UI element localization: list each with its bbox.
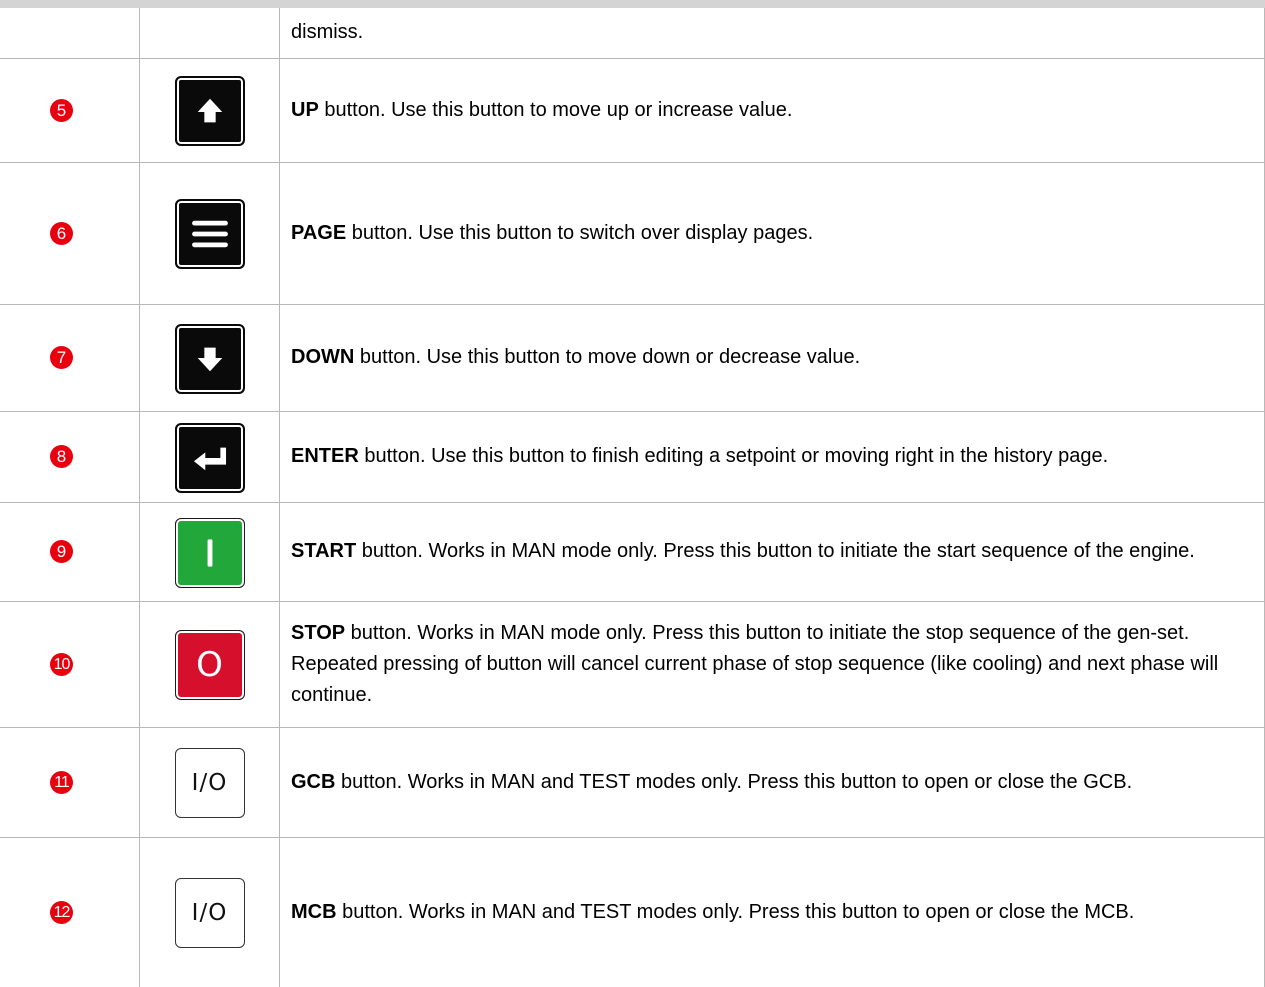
button-description-table: dismiss. 5 UP button. Use this button to… — [0, 8, 1265, 987]
description-cell: UP button. Use this button to move up or… — [279, 58, 1265, 163]
icon-cell: I/O — [139, 727, 280, 838]
table-row: 5 UP button. Use this button to move up … — [0, 58, 1265, 163]
number-badge: 5 — [50, 98, 73, 122]
icon-cell — [139, 162, 280, 305]
button-name: DOWN — [291, 346, 355, 368]
button-name: MCB — [291, 900, 337, 923]
description-text: button. Use this button to switch over d… — [346, 221, 814, 244]
description-cell: MCB button. Works in MAN and TEST modes … — [279, 837, 1265, 987]
description-cell: PAGE button. Use this button to switch o… — [279, 162, 1265, 305]
gcb-key-label: I/O — [191, 770, 228, 796]
number-badge: 12 — [50, 900, 73, 924]
description-cell: dismiss. — [279, 8, 1265, 59]
gcb-io-icon: I/O — [174, 748, 245, 818]
description-cell: STOP button. Works in MAN mode only. Pre… — [279, 601, 1265, 728]
number-badge: 7 — [50, 346, 73, 369]
number-badge: 10 — [50, 652, 73, 676]
description-text: button. Works in MAN and TEST modes only… — [335, 770, 1133, 793]
description-text: button. Use this button to finish editin… — [358, 445, 1109, 467]
table-row: dismiss. — [0, 8, 1265, 59]
number-badge: 11 — [50, 770, 73, 794]
button-name: STOP — [291, 621, 346, 644]
icon-cell — [139, 502, 280, 602]
description-cell: START button. Works in MAN mode only. Pr… — [279, 502, 1265, 602]
number-cell — [0, 8, 140, 59]
icon-cell — [139, 58, 280, 163]
description-cell: ENTER button. Use this button to finish … — [279, 411, 1265, 503]
icon-cell — [139, 8, 280, 59]
stop-key-label: O — [196, 645, 223, 685]
table-row: 9 START button. Works in MAN mode only. … — [0, 502, 1265, 602]
table-row: 10 O STOP button. Works in MAN mode only… — [0, 601, 1265, 728]
number-cell: 11 — [0, 727, 140, 838]
top-border — [0, 0, 1265, 8]
number-cell: 9 — [0, 502, 140, 602]
button-name: GCB — [291, 770, 336, 793]
button-name: PAGE — [291, 221, 347, 244]
table-row: 6 PAGE button. Use this button to switch… — [0, 162, 1265, 305]
table-row: 8 ENTER button. Use this button to finis… — [0, 411, 1265, 503]
start-icon — [174, 517, 245, 588]
icon-cell — [139, 411, 280, 503]
icon-cell — [139, 304, 280, 412]
page-menu-icon — [174, 199, 245, 269]
description-cell: GCB button. Works in MAN and TEST modes … — [279, 727, 1265, 838]
enter-return-icon — [174, 422, 245, 493]
description-cell: DOWN button. Use this button to move dow… — [279, 304, 1265, 412]
number-cell: 6 — [0, 162, 140, 305]
number-badge: 6 — [50, 221, 73, 245]
icon-cell: O — [139, 601, 280, 728]
icon-cell: I/O — [139, 837, 280, 987]
number-cell: 10 — [0, 601, 140, 728]
mcb-io-icon: I/O — [174, 878, 245, 949]
button-name: START — [291, 540, 357, 562]
number-cell: 12 — [0, 837, 140, 987]
number-badge: 9 — [50, 540, 73, 563]
table-row: 12 I/O MCB button. Works in MAN and TEST… — [0, 837, 1265, 987]
button-name: UP — [291, 98, 319, 121]
table-row: 11 I/O GCB button. Works in MAN and TEST… — [0, 727, 1265, 838]
description-text: button. Works in MAN mode only. Press th… — [291, 621, 1219, 706]
description-text: button. Use this button to move down or … — [354, 346, 861, 368]
table-row: 7 DOWN button. Use this button to move d… — [0, 304, 1265, 412]
number-cell: 5 — [0, 58, 140, 163]
number-cell: 8 — [0, 411, 140, 503]
button-name: ENTER — [291, 445, 359, 467]
up-arrow-icon — [174, 76, 245, 146]
description-text: button. Works in MAN and TEST modes only… — [336, 900, 1135, 923]
stop-icon: O — [174, 630, 245, 700]
mcb-key-label: I/O — [191, 900, 228, 927]
description-text: button. Works in MAN mode only. Press th… — [356, 540, 1195, 562]
down-arrow-icon — [174, 323, 245, 394]
number-cell: 7 — [0, 304, 140, 412]
description-text: dismiss. — [291, 21, 364, 44]
number-badge: 8 — [50, 445, 73, 468]
description-text: button. Use this button to move up or in… — [318, 98, 793, 121]
